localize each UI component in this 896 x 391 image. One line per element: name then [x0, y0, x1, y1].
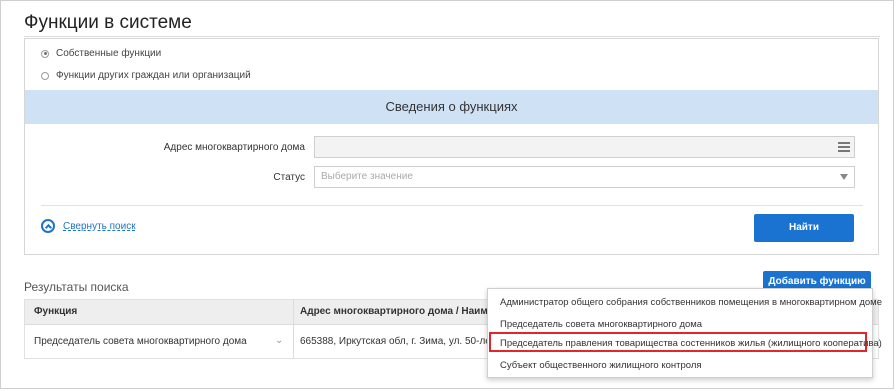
radio-unchecked-icon[interactable]	[41, 71, 49, 80]
expand-chevron-icon[interactable]: ⌄	[275, 335, 283, 346]
search-panel: Собственные функции Функции других гражд…	[24, 38, 879, 255]
menu-item-public-control[interactable]: Субъект общественного жилищного контроля	[500, 360, 702, 371]
radio-checked-icon[interactable]	[41, 49, 49, 58]
address-label: Адрес многоквартирного дома	[163, 142, 305, 153]
address-input[interactable]	[314, 136, 855, 158]
results-title: Результаты поиска	[24, 280, 129, 294]
radio-others-label: Функции других граждан или организаций	[56, 70, 251, 81]
menu-item-council-chair[interactable]: Председатель совета многоквартирного дом…	[500, 319, 702, 330]
find-button[interactable]: Найти	[754, 214, 854, 242]
menu-item-administrator[interactable]: Администратор общего собрания собственни…	[500, 297, 882, 308]
column-header-address[interactable]: Адрес многоквартирного дома / Наименова	[300, 306, 517, 317]
add-function-menu: Администратор общего собрания собственни…	[487, 288, 882, 378]
radio-own-label: Собственные функции	[56, 48, 162, 59]
chevron-up-circle-icon[interactable]	[41, 219, 55, 233]
table-cell-function: Председатель совета многоквартирного дом…	[34, 336, 247, 347]
menu-item-hoa-board-chair[interactable]: Председатель правления товарищества сост…	[500, 338, 882, 349]
radio-other-functions[interactable]: Функции других граждан или организаций	[41, 70, 251, 81]
status-placeholder: Выберите значение	[321, 171, 413, 182]
table-cell-address: 665388, Иркутская обл, г. Зима, ул. 50-л…	[300, 336, 505, 347]
panel-divider	[41, 205, 863, 206]
collapse-search-label[interactable]: Свернуть поиск	[63, 221, 136, 232]
chevron-down-icon[interactable]	[840, 174, 848, 180]
menu-icon[interactable]	[838, 142, 850, 152]
radio-own-functions[interactable]: Собственные функции	[41, 48, 161, 59]
column-header-function[interactable]: Функция	[34, 306, 77, 317]
column-divider	[293, 300, 294, 358]
status-label: Статус	[273, 172, 305, 183]
page-title: Функции в системе	[24, 12, 192, 33]
title-divider	[24, 36, 880, 37]
section-header: Сведения о функциях	[25, 90, 878, 124]
status-select[interactable]: Выберите значение	[314, 166, 855, 188]
collapse-search-link[interactable]: Свернуть поиск	[41, 219, 136, 233]
